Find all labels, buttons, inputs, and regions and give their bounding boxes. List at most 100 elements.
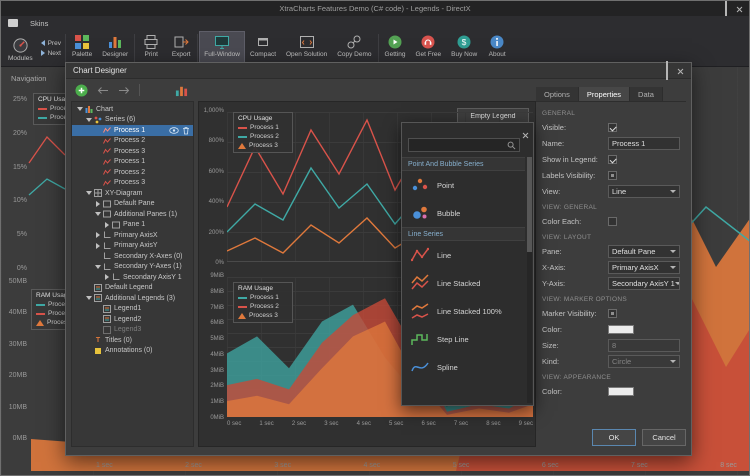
tree-node-default-pane[interactable]: Default Pane — [72, 199, 193, 210]
tree-node-legend2[interactable]: Legend2 — [72, 314, 193, 325]
y-axis-select[interactable]: Secondary AxisY 1 — [608, 277, 680, 290]
redo-button[interactable] — [118, 86, 130, 95]
designer-button[interactable]: Designer — [97, 31, 133, 65]
dialog-maximize-button[interactable] — [666, 62, 668, 80]
expand-arrow-icon[interactable] — [75, 107, 84, 111]
property-row-visible: Visible: — [542, 119, 680, 135]
collapse-arrow-icon[interactable] — [102, 274, 111, 280]
x-axis-select[interactable]: Primary AxisX — [608, 261, 680, 274]
marker-visibility-checkbox[interactable] — [608, 309, 617, 318]
tree-node-process-2b[interactable]: Process 2 — [72, 167, 193, 178]
about-button[interactable]: About — [482, 31, 512, 65]
tree-node-default-legend[interactable]: Default Legend — [72, 283, 193, 294]
legend-icon — [94, 284, 102, 292]
view-select[interactable]: Line — [608, 185, 680, 198]
chart-palette-button[interactable] — [175, 84, 188, 97]
gallery-item-bubble[interactable]: Bubble — [402, 199, 525, 227]
tree-node-titles[interactable]: Titles (0) — [72, 335, 193, 346]
pane-select[interactable]: Default Pane — [608, 245, 680, 258]
gallery-search-input[interactable] — [412, 142, 507, 149]
copy-demo-button[interactable]: Copy Demo — [332, 31, 376, 65]
property-row-marker-visibility: Marker Visibility: — [542, 305, 680, 321]
print-button[interactable]: Print — [136, 31, 166, 65]
ok-button[interactable]: OK — [592, 429, 636, 446]
dialog-title: Chart Designer — [73, 66, 127, 75]
gallery-scrollbar[interactable] — [527, 157, 532, 403]
tree-node-legend3[interactable]: Legend3 — [72, 325, 193, 336]
dialog-close-button[interactable] — [677, 62, 684, 80]
tree-node-process-1[interactable]: Process 1 — [72, 125, 193, 136]
tree-node-legend1[interactable]: Legend1 — [72, 304, 193, 315]
series-line-icon — [103, 126, 111, 134]
tree-node-additional-legends[interactable]: Additional Legends (3) — [72, 293, 193, 304]
tree-node-additional-panes[interactable]: Additional Panes (1) — [72, 209, 193, 220]
delete-trash-icon[interactable] — [182, 126, 190, 135]
tree-node-pane-1[interactable]: Pane 1 — [72, 220, 193, 231]
color-each-checkbox[interactable] — [608, 217, 617, 226]
add-item-button[interactable] — [75, 84, 88, 97]
ribbon-separator — [65, 34, 66, 62]
gallery-item-line[interactable]: Line — [402, 241, 525, 269]
tree-node-secondary-axisy-1[interactable]: Secondary AxisY 1 — [72, 272, 193, 283]
tree-node-process-1b[interactable]: Process 1 — [72, 157, 193, 168]
expand-arrow-icon[interactable] — [93, 212, 102, 216]
appearance-color-swatch[interactable] — [608, 387, 634, 396]
size-input[interactable] — [608, 339, 680, 352]
expand-arrow-icon[interactable] — [84, 191, 93, 195]
gallery-item-spline[interactable]: Spline — [402, 353, 525, 381]
visibility-eye-icon[interactable] — [169, 127, 179, 134]
labels-visibility-checkbox[interactable] — [608, 171, 617, 180]
collapse-arrow-icon[interactable] — [93, 243, 102, 249]
getting-started-button[interactable]: Getting — [380, 31, 411, 65]
expand-arrow-icon[interactable] — [84, 296, 93, 300]
tree-node-secondary-x-axes[interactable]: Secondary X-Axes (0) — [72, 251, 193, 262]
tree-node-annotations[interactable]: Annotations (0) — [72, 346, 193, 357]
tree-node-xy-diagram[interactable]: XY-Diagram — [72, 188, 193, 199]
tree-node-primary-axisy[interactable]: Primary AxisY — [72, 241, 193, 252]
gallery-item-line-stacked-100[interactable]: Line Stacked 100% — [402, 297, 525, 325]
get-free-support-button[interactable]: Get Free — [411, 31, 447, 65]
prev-button[interactable]: Prev — [41, 40, 61, 47]
marker-color-swatch[interactable] — [608, 325, 634, 334]
modules-button[interactable]: Modules — [3, 34, 38, 63]
expand-arrow-icon[interactable] — [84, 118, 93, 122]
expand-arrow-icon[interactable] — [93, 265, 102, 269]
tab-data[interactable]: Data — [630, 87, 663, 101]
kind-select[interactable]: Circle — [608, 355, 680, 368]
export-button[interactable]: Export — [166, 31, 196, 65]
gallery-item-line-stacked[interactable]: Line Stacked — [402, 269, 525, 297]
tree-node-secondary-y-axes[interactable]: Secondary Y-Axes (1) — [72, 262, 193, 273]
visible-checkbox[interactable] — [608, 123, 617, 132]
tab-options[interactable]: Options — [536, 87, 579, 101]
name-input[interactable] — [608, 137, 680, 150]
buy-now-button[interactable]: $ Buy Now — [446, 31, 482, 65]
open-solution-button[interactable]: Open Solution — [281, 31, 332, 65]
full-window-button[interactable]: Full-Window — [199, 31, 245, 65]
tree-node-process-3[interactable]: Process 3 — [72, 146, 193, 157]
tree-node-series-group[interactable]: Series (6) — [72, 115, 193, 126]
collapse-arrow-icon[interactable] — [93, 232, 102, 238]
cancel-button[interactable]: Cancel — [642, 429, 686, 446]
tree-node-process-3b[interactable]: Process 3 — [72, 178, 193, 189]
scrollbar-thumb[interactable] — [527, 157, 532, 252]
close-button[interactable] — [736, 0, 743, 18]
tree-node-primary-axisx[interactable]: Primary AxisX — [72, 230, 193, 241]
collapse-arrow-icon[interactable] — [102, 222, 111, 228]
preview-ram-legend[interactable]: RAM Usage Process 1 Process 2 Process 3 — [233, 282, 293, 323]
undo-button[interactable] — [97, 86, 109, 95]
maximize-button[interactable] — [725, 0, 727, 18]
tree-node-chart[interactable]: Chart — [72, 104, 193, 115]
compact-button[interactable]: Compact — [245, 31, 281, 65]
palette-button[interactable]: Palette — [67, 31, 97, 65]
gallery-item-point[interactable]: Point — [402, 171, 525, 199]
tab-properties[interactable]: Properties — [579, 87, 630, 101]
preview-cpu-legend[interactable]: CPU Usage Process 1 Process 2 Process 3 — [233, 112, 293, 153]
show-in-legend-checkbox[interactable] — [608, 155, 617, 164]
tree-node-process-2[interactable]: Process 2 — [72, 136, 193, 147]
next-button[interactable]: Next — [41, 50, 61, 57]
tab-skins[interactable]: Skins — [18, 19, 60, 28]
gallery-item-step-line[interactable]: Step Line — [402, 325, 525, 353]
collapse-arrow-icon[interactable] — [93, 201, 102, 207]
app-menu-button[interactable] — [8, 19, 18, 27]
gallery-close-button[interactable] — [522, 126, 529, 144]
